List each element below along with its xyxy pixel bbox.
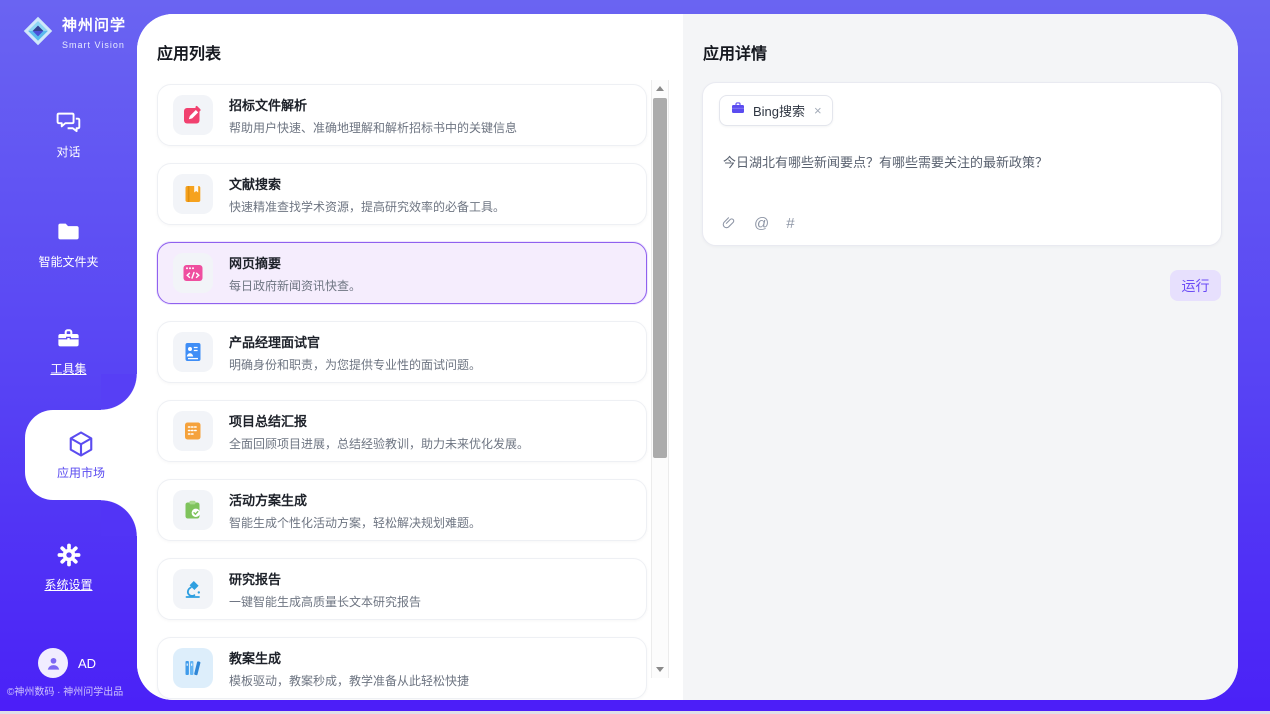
app-description: 全面回顾项目进展，总结经验教训，助力未来优化发展。 (229, 435, 529, 452)
app-description: 明确身份和职责，为您提供专业性的面试问题。 (229, 356, 481, 373)
app-name: 招标文件解析 (229, 95, 517, 114)
app-list-item[interactable]: 活动方案生成 智能生成个性化活动方案，轻松解决规划难题。 (157, 479, 647, 541)
app-list-item[interactable]: 项目总结汇报 全面回顾项目进展，总结经验教训，助力未来优化发展。 (157, 400, 647, 462)
run-button[interactable]: 运行 (1170, 270, 1221, 301)
sidebar-item-label: 智能文件夹 (0, 253, 137, 270)
cube-icon (66, 429, 96, 459)
sidebar: 神州问学 Smart Vision AD ©神州数码 · 神州问学出品 对话 智… (0, 0, 137, 700)
user-initials: AD (78, 656, 96, 671)
toolbox-icon (0, 325, 137, 355)
note-icon (173, 411, 213, 451)
doc-edit-icon (173, 95, 213, 135)
sidebar-item-chat[interactable]: 对话 (0, 108, 137, 160)
clipboard-icon (173, 490, 213, 530)
app-description: 模板驱动，教案秒成，教学准备从此轻松快捷 (229, 672, 469, 689)
app-name: 活动方案生成 (229, 490, 481, 509)
app-description: 每日政府新闻资讯快查。 (229, 277, 361, 294)
sidebar-item-folders[interactable]: 智能文件夹 (0, 218, 137, 270)
app-name: 研究报告 (229, 569, 421, 588)
tool-chip-label: Bing搜索 (753, 101, 805, 120)
app-list-item[interactable]: 招标文件解析 帮助用户快速、准确地理解和解析招标书中的关键信息 (157, 84, 647, 146)
bottom-bar (0, 700, 1270, 711)
sidebar-item-label: 系统设置 (0, 576, 137, 593)
app-name: 产品经理面试官 (229, 332, 481, 351)
briefcase-icon (730, 100, 746, 121)
hash-icon[interactable]: # (786, 215, 794, 232)
person-icon (44, 654, 63, 673)
copyright-text: ©神州数码 · 神州问学出品 (7, 683, 137, 698)
app-list-title: 应用列表 (157, 40, 221, 64)
scroll-down-icon[interactable] (656, 667, 664, 672)
active-notch-top (101, 374, 137, 410)
app-list-panel: 应用列表 招标文件解析 帮助用户快速、准确地理解和解析招标书中的关键信息 文献搜… (137, 14, 683, 700)
books-icon (173, 648, 213, 688)
app-name: 文献搜索 (229, 174, 505, 193)
brand-diamond-icon (22, 15, 54, 52)
mention-icon[interactable]: @ (754, 215, 769, 232)
app-description: 智能生成个性化活动方案，轻松解决规划难题。 (229, 514, 481, 531)
app-list-item[interactable]: 研究报告 一键智能生成高质量长文本研究报告 (157, 558, 647, 620)
app-description: 一键智能生成高质量长文本研究报告 (229, 593, 421, 610)
tool-chip-bing-search[interactable]: Bing搜索 × (719, 95, 833, 126)
app-name: 网页摘要 (229, 253, 361, 272)
app-description: 帮助用户快速、准确地理解和解析招标书中的关键信息 (229, 119, 517, 136)
sidebar-item-label: 对话 (0, 143, 137, 160)
app-detail-panel: 应用详情 Bing搜索 × 今日湖北有哪些新闻要点？有哪些需要关注的最新政策？ (683, 14, 1238, 700)
logo: 神州问学 Smart Vision (22, 14, 126, 53)
app-detail-title: 应用详情 (703, 40, 767, 64)
book-icon (173, 174, 213, 214)
app-description: 快速精准查找学术资源，提高研究效率的必备工具。 (229, 198, 505, 215)
chat-icon (0, 108, 137, 138)
scrollbar-thumb[interactable] (653, 98, 667, 458)
sidebar-item-settings[interactable]: 系统设置 (0, 541, 137, 593)
brand-title: 神州问学 (62, 17, 126, 34)
attachment-icon[interactable] (721, 214, 737, 232)
list-scrollbar[interactable] (651, 80, 669, 678)
chip-close-icon[interactable]: × (814, 103, 822, 118)
prompt-text[interactable]: 今日湖北有哪些新闻要点？有哪些需要关注的最新政策？ (723, 152, 1201, 171)
app-list-item[interactable]: 教案生成 模板驱动，教案秒成，教学准备从此轻松快捷 (157, 637, 647, 699)
interview-icon (173, 332, 213, 372)
sidebar-item-marketplace[interactable]: 应用市场 (25, 410, 137, 500)
prompt-card: Bing搜索 × 今日湖北有哪些新闻要点？有哪些需要关注的最新政策？ @ # (702, 82, 1222, 246)
sidebar-item-label: 应用市场 (57, 464, 105, 481)
app-list-item[interactable]: 网页摘要 每日政府新闻资讯快查。 (157, 242, 647, 304)
app-name: 项目总结汇报 (229, 411, 529, 430)
user-avatar[interactable] (38, 648, 68, 678)
browser-icon (173, 253, 213, 293)
app-name: 教案生成 (229, 648, 469, 667)
main-panel: 应用列表 招标文件解析 帮助用户快速、准确地理解和解析招标书中的关键信息 文献搜… (137, 14, 1238, 700)
brand-subtitle: Smart Vision (62, 40, 125, 50)
gear-icon (0, 541, 137, 571)
research-icon (173, 569, 213, 609)
active-notch-bottom (101, 500, 137, 536)
folder-icon (0, 218, 137, 248)
app-list-item[interactable]: 产品经理面试官 明确身份和职责，为您提供专业性的面试问题。 (157, 321, 647, 383)
scroll-up-icon[interactable] (656, 86, 664, 91)
sidebar-item-toolbox[interactable]: 工具集 (0, 325, 137, 377)
app-list-item[interactable]: 文献搜索 快速精准查找学术资源，提高研究效率的必备工具。 (157, 163, 647, 225)
